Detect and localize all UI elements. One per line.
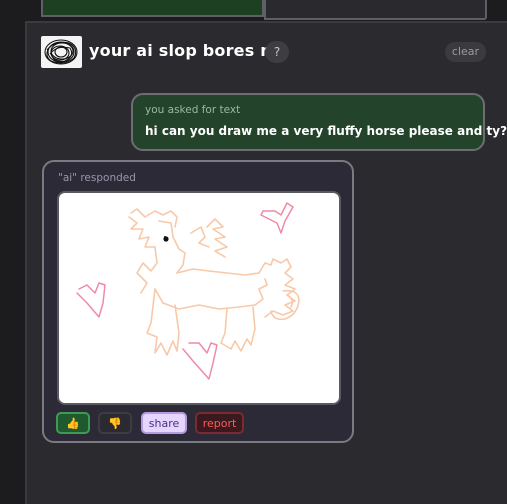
horse-drawing [76,202,300,380]
user-message-label: you asked for text [145,104,241,116]
clear-button[interactable]: clear [445,42,486,62]
drawing-canvas [57,191,341,405]
avatar [41,36,82,68]
thumbs-down-button[interactable]: 👎 [98,412,132,434]
report-button[interactable]: report [195,412,244,434]
scribble-avatar-icon [44,39,78,65]
user-message-text: hi can you draw me a very fluffy horse p… [145,124,507,138]
page-title: your ai slop bores me [89,41,289,60]
help-button[interactable]: ? [265,41,289,63]
user-message-bubble: you asked for text hi can you draw me a … [131,93,507,151]
share-button[interactable]: share [141,412,187,434]
ai-response-card: "ai" responded 👍 👎 share report [42,160,354,443]
previous-tab-active[interactable] [41,0,264,17]
thumbs-up-button[interactable]: 👍 [56,412,90,434]
ai-response-label: "ai" responded [58,172,136,184]
previous-tab[interactable] [264,0,487,20]
